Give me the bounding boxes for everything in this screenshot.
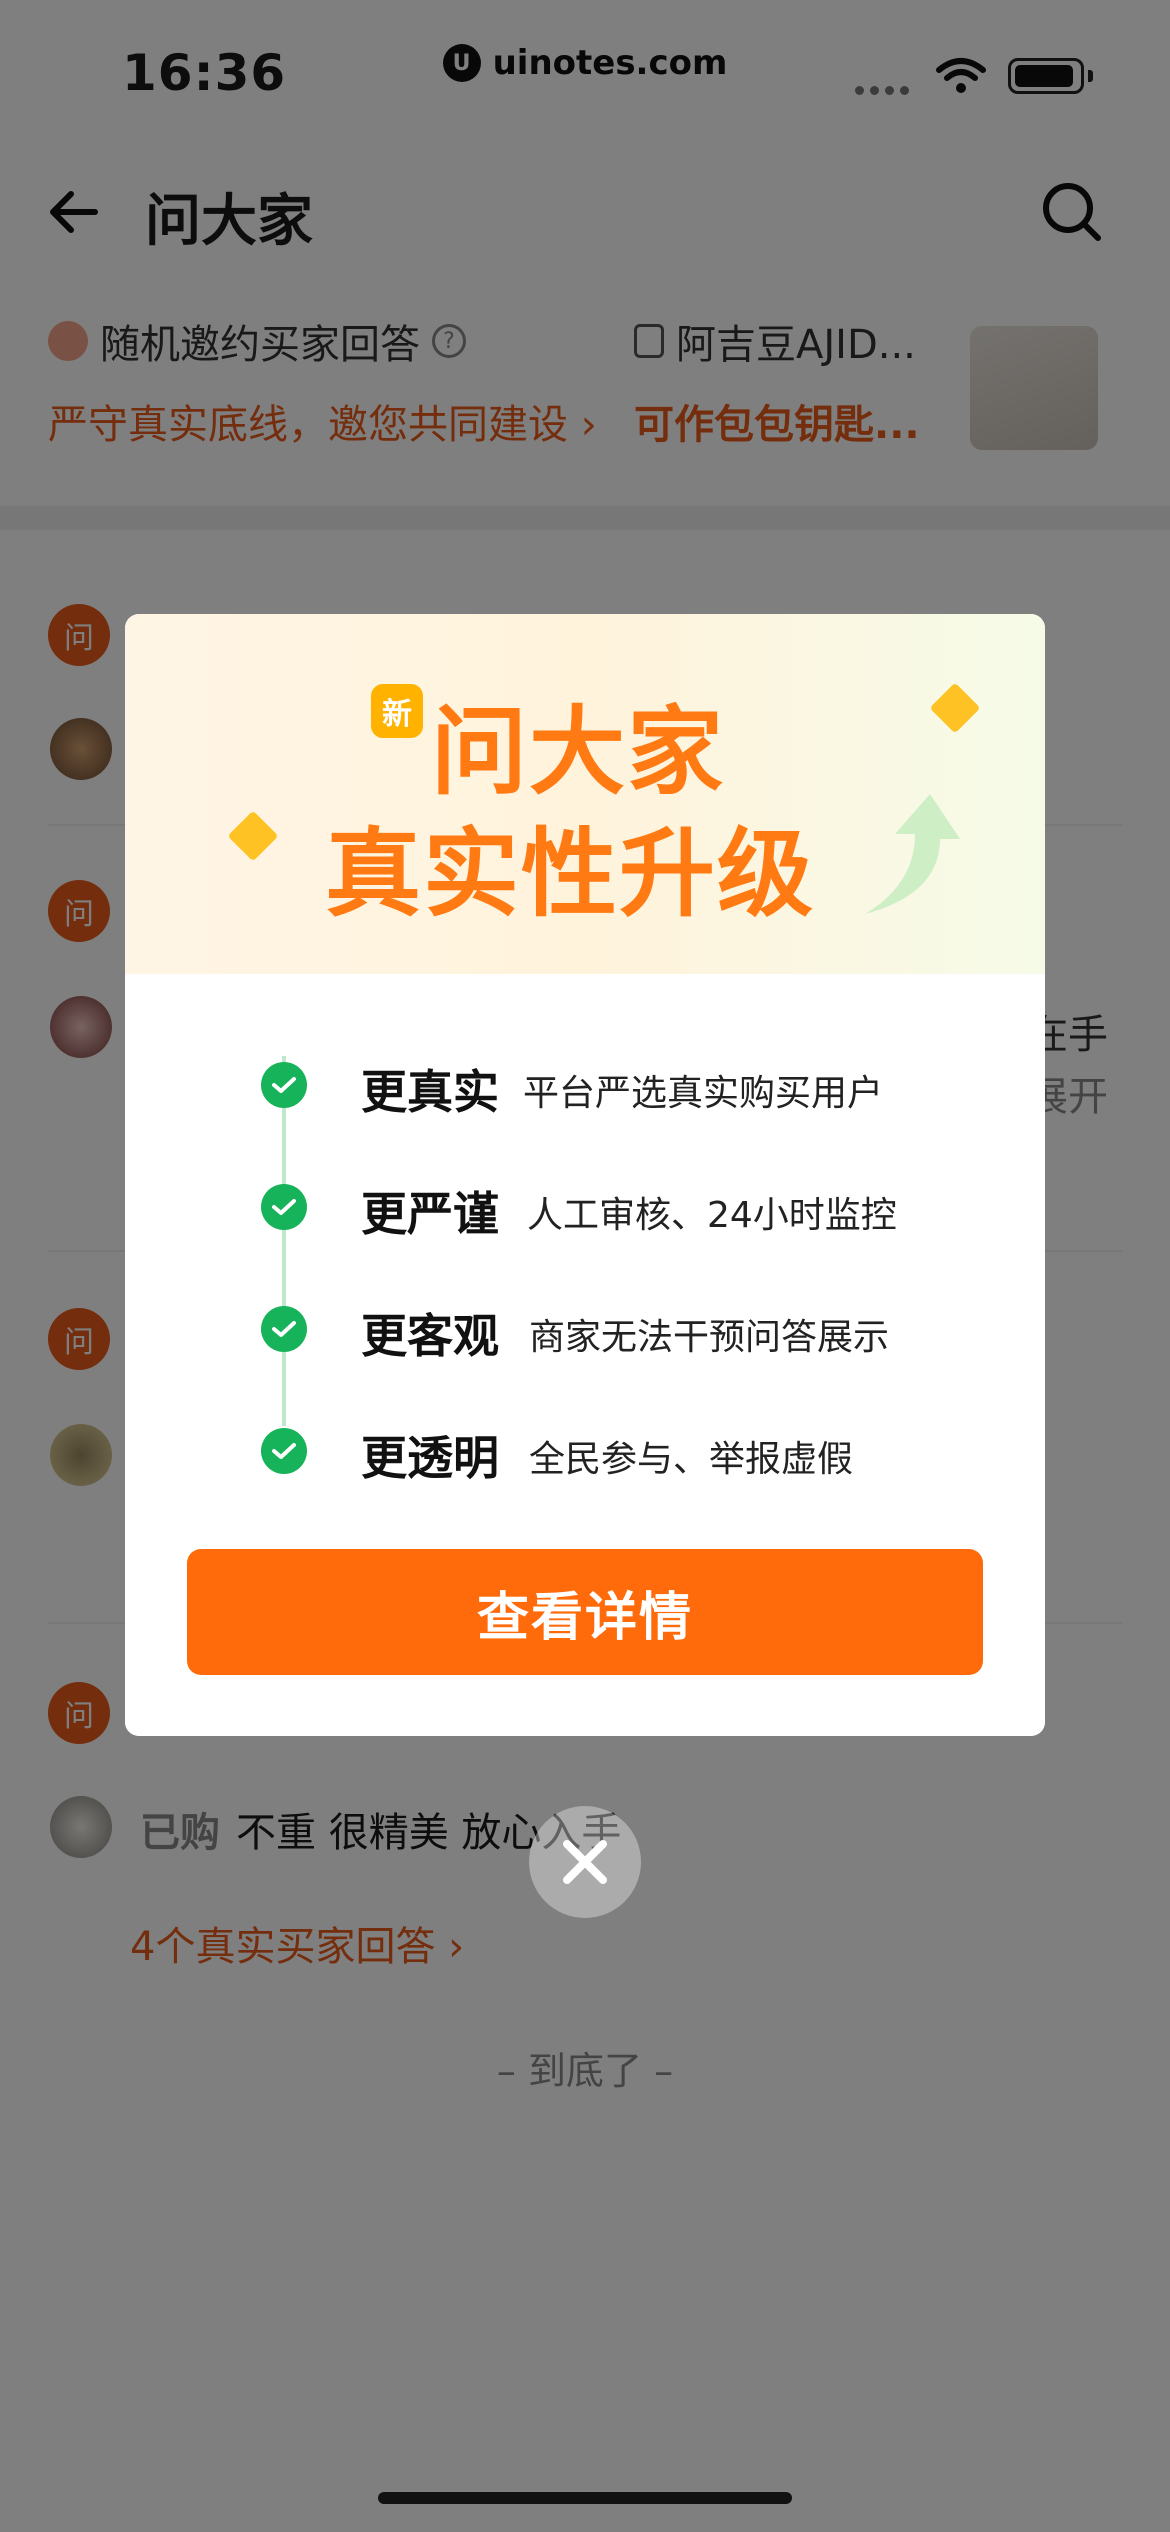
- feature-check-icon: [261, 1428, 307, 1474]
- sparkle-icon: [227, 810, 279, 862]
- modal-title-line2: 真实性升级: [325, 818, 815, 930]
- sparkle-icon: [929, 682, 981, 734]
- feature-check-icon: [261, 1184, 307, 1230]
- feature-title: 更严谨: [361, 1187, 499, 1241]
- feature-connector-line: [282, 1056, 286, 1426]
- feature-desc: 商家无法干预问答展示: [529, 1317, 890, 1358]
- feature-check-icon: [261, 1062, 307, 1108]
- home-indicator: [378, 2492, 792, 2504]
- feature-check-icon: [261, 1306, 307, 1352]
- feature-title: 更客观: [361, 1309, 499, 1363]
- modal-title-line1: 问大家: [431, 696, 725, 808]
- feature-title: 更真实: [361, 1065, 499, 1119]
- upgrade-modal: 新 问大家 真实性升级 更真实 平台严选真实购买用户 更严谨 人工审核、24小时…: [125, 614, 1045, 1736]
- feature-desc: 平台严选真实购买用户: [523, 1073, 884, 1114]
- up-arrow-icon: [865, 794, 960, 914]
- feature-title: 更透明: [361, 1431, 499, 1485]
- new-tag: 新: [371, 684, 423, 738]
- close-icon: [563, 1840, 607, 1884]
- close-modal-button[interactable]: [529, 1806, 641, 1918]
- modal-body: 更真实 平台严选真实购买用户 更严谨 人工审核、24小时监控 更客观 商家无法干…: [125, 974, 1045, 1736]
- feature-desc: 人工审核、24小时监控: [527, 1195, 897, 1236]
- view-details-button[interactable]: 查看详情: [187, 1549, 983, 1675]
- feature-desc: 全民参与、举报虚假: [529, 1439, 854, 1480]
- modal-banner: 新 问大家 真实性升级: [125, 614, 1045, 974]
